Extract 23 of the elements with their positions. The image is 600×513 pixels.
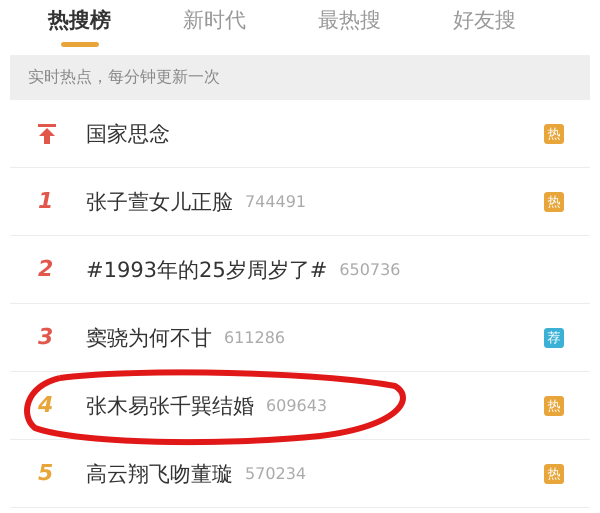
topic-title[interactable]: #1993年的25岁周岁了# bbox=[86, 256, 328, 284]
tab[interactable]: 热搜榜 bbox=[48, 6, 111, 47]
rank-number: 2 bbox=[38, 257, 54, 282]
topic-title[interactable]: 张木易张千巽结婚 bbox=[86, 392, 254, 420]
hot-tag: 热 bbox=[544, 192, 564, 212]
search-count: 609643 bbox=[266, 396, 328, 415]
rank-number: 3 bbox=[38, 325, 54, 350]
notice-text: 实时热点，每分钟更新一次 bbox=[10, 55, 590, 100]
search-count: 744491 bbox=[245, 192, 306, 211]
hot-tag: 荐 bbox=[544, 328, 564, 348]
rank-number: 1 bbox=[38, 189, 54, 214]
hot-tag: 热 bbox=[544, 396, 564, 416]
hot-tag: 热 bbox=[544, 124, 564, 144]
hot-tag: 热 bbox=[544, 464, 564, 484]
rank-number: 5 bbox=[38, 461, 54, 486]
topic-title[interactable]: 张子萱女儿正脸 bbox=[86, 188, 233, 216]
search-count: 650736 bbox=[339, 260, 400, 279]
search-count: 611286 bbox=[224, 328, 286, 347]
search-count: 570234 bbox=[245, 464, 306, 483]
topic-title[interactable]: 国家思念 bbox=[86, 120, 170, 148]
rank-number: 4 bbox=[38, 393, 54, 418]
topic-title[interactable]: 窦骁为何不甘 bbox=[86, 324, 212, 352]
topic-title[interactable]: 高云翔飞吻董璇 bbox=[86, 460, 233, 488]
